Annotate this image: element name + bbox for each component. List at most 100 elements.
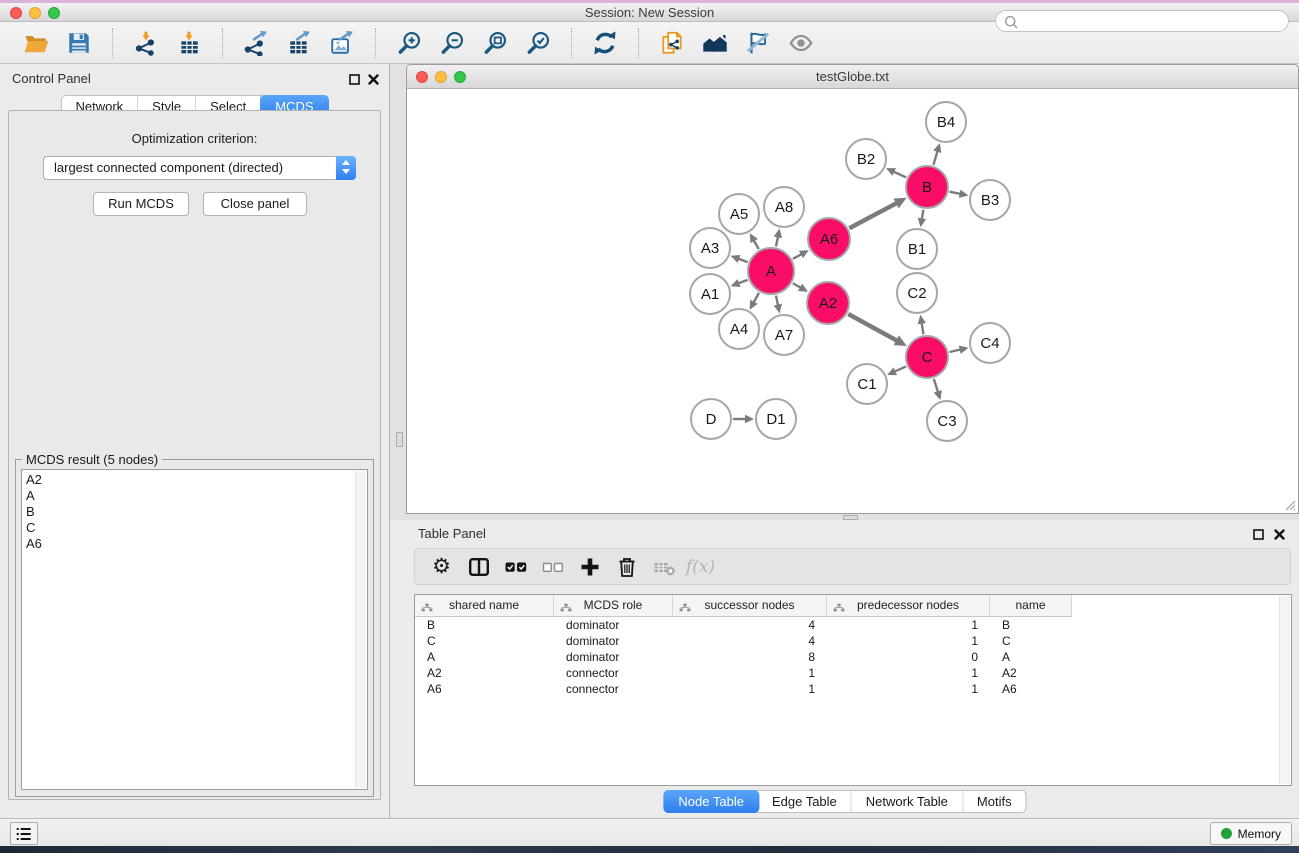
refresh-icon[interactable] — [591, 29, 619, 57]
node-label-A3: A3 — [701, 240, 719, 257]
table-cell[interactable]: 1 — [827, 681, 990, 697]
delete-column-icon[interactable] — [608, 552, 645, 582]
memory-status-icon — [1221, 828, 1232, 839]
table-cell[interactable]: 1 — [827, 617, 990, 633]
run-mcds-button[interactable]: Run MCDS — [93, 192, 189, 216]
toolbar-separator — [112, 28, 113, 58]
table-scrollbar[interactable] — [1279, 596, 1290, 784]
table-cell[interactable]: 8 — [673, 649, 827, 665]
tab-network-table[interactable]: Network Table — [852, 791, 963, 812]
result-list-item[interactable]: C — [26, 520, 353, 536]
result-list-item[interactable]: A — [26, 488, 353, 504]
column-header-shared-name[interactable]: shared name — [415, 595, 554, 617]
result-list-item[interactable]: A6 — [26, 536, 353, 552]
close-table-panel-icon[interactable] — [1273, 528, 1286, 541]
result-list-item[interactable]: A2 — [26, 472, 353, 488]
memory-button[interactable]: Memory — [1210, 822, 1292, 845]
table-cell[interactable]: 4 — [673, 633, 827, 649]
network-canvas[interactable]: B4B2BB3B1A5A8A6A3AA1C2A2A4A7CC4C1C3DD1 — [407, 90, 1298, 513]
table-cell[interactable]: B — [415, 617, 554, 633]
close-panel-button[interactable]: Close panel — [203, 192, 307, 216]
table-cell[interactable]: A2 — [415, 665, 554, 681]
add-column-icon[interactable] — [571, 552, 608, 582]
column-header-MCDS-role[interactable]: MCDS role — [554, 595, 673, 617]
table-cell[interactable]: dominator — [554, 649, 673, 665]
result-list-scrollbar[interactable] — [355, 471, 366, 788]
table-cell[interactable]: C — [415, 633, 554, 649]
table-cell[interactable]: A6 — [990, 681, 1072, 697]
close-panel-icon[interactable] — [367, 73, 380, 86]
application-window: Session: New Session Control Panel Netwo… — [0, 0, 1299, 853]
delete-table-icon — [645, 552, 682, 582]
duplicate-network-icon[interactable] — [658, 29, 686, 57]
column-visibility-icon[interactable] — [460, 552, 497, 582]
tab-motifs[interactable]: Motifs — [963, 791, 1026, 812]
search-field[interactable] — [995, 10, 1289, 32]
table-cell[interactable]: A — [415, 649, 554, 665]
home-icon[interactable] — [701, 29, 729, 57]
table-row[interactable]: A6connector11A6 — [415, 681, 1281, 697]
open-session-icon[interactable] — [22, 29, 50, 57]
export-image-icon[interactable] — [328, 29, 356, 57]
window-resize-grip[interactable] — [1282, 497, 1296, 511]
export-table-icon[interactable] — [285, 29, 313, 57]
table-cell[interactable]: 1 — [673, 681, 827, 697]
node-label-C4: C4 — [980, 335, 999, 352]
table-cell[interactable]: 1 — [827, 633, 990, 649]
table-row[interactable]: Bdominator41B — [415, 617, 1281, 633]
table-cell[interactable]: A2 — [990, 665, 1072, 681]
table-cell[interactable]: connector — [554, 681, 673, 697]
zoom-selected-icon[interactable] — [524, 29, 552, 57]
edge-B-B3 — [950, 192, 961, 194]
search-input[interactable] — [1022, 12, 1280, 30]
import-network-icon[interactable] — [132, 29, 160, 57]
table-cell[interactable]: 4 — [673, 617, 827, 633]
select-all-icon[interactable] — [497, 552, 534, 582]
table-cell[interactable]: connector — [554, 665, 673, 681]
table-cell[interactable]: B — [990, 617, 1072, 633]
graphics-details-icon[interactable] — [744, 29, 772, 57]
table-settings-icon[interactable]: ⚙ — [423, 552, 460, 582]
table-row[interactable]: A2connector11A2 — [415, 665, 1281, 681]
edge-A6-B — [849, 203, 897, 228]
tab-edge-table[interactable]: Edge Table — [758, 791, 852, 812]
save-session-icon[interactable] — [65, 29, 93, 57]
result-list-item[interactable]: B — [26, 504, 353, 520]
table-cell[interactable]: 1 — [827, 665, 990, 681]
tab-node-table[interactable]: Node Table — [663, 790, 759, 813]
vertical-splitter-handle[interactable] — [396, 432, 403, 447]
table-cell[interactable]: 1 — [673, 665, 827, 681]
table-cell[interactable]: A6 — [415, 681, 554, 697]
zoom-in-icon[interactable] — [395, 29, 423, 57]
main-content: Control Panel NetworkStyleSelectMCDS Opt… — [0, 64, 1299, 818]
control-panel-title: Control Panel — [12, 71, 91, 86]
table-row[interactable]: Cdominator41C — [415, 633, 1281, 649]
node-label-A2: A2 — [819, 295, 837, 312]
zoom-out-icon[interactable] — [438, 29, 466, 57]
mcds-result-box: MCDS result (5 nodes) A2ABCA6 — [15, 452, 374, 797]
column-header-name[interactable]: name — [990, 595, 1072, 617]
deselect-all-icon[interactable] — [534, 552, 571, 582]
function-builder-icon: f(x) — [682, 552, 719, 582]
edge-A2-C — [848, 314, 897, 341]
node-label-B1: B1 — [908, 241, 926, 258]
table-panel-tabs: Node TableEdge TableNetwork TableMotifs — [663, 790, 1026, 813]
table-cell[interactable]: A — [990, 649, 1072, 665]
arrowhead-A-A7 — [774, 304, 782, 314]
float-table-panel-icon[interactable] — [1252, 528, 1265, 541]
table-cell[interactable]: dominator — [554, 617, 673, 633]
table-row[interactable]: Adominator80A — [415, 649, 1281, 665]
table-cell[interactable]: dominator — [554, 633, 673, 649]
task-history-button[interactable] — [10, 822, 38, 845]
zoom-fit-icon[interactable] — [481, 29, 509, 57]
import-table-icon[interactable] — [175, 29, 203, 57]
table-cell[interactable]: C — [990, 633, 1072, 649]
column-header-predecessor-nodes[interactable]: predecessor nodes — [827, 595, 990, 617]
column-header-successor-nodes[interactable]: successor nodes — [673, 595, 827, 617]
export-network-icon[interactable] — [242, 29, 270, 57]
table-cell[interactable]: 0 — [827, 649, 990, 665]
mcds-result-list[interactable]: A2ABCA6 — [21, 469, 368, 790]
criterion-dropdown[interactable]: largest connected component (directed) — [43, 156, 356, 180]
float-panel-icon[interactable] — [348, 73, 361, 86]
eye-icon[interactable] — [787, 29, 815, 57]
